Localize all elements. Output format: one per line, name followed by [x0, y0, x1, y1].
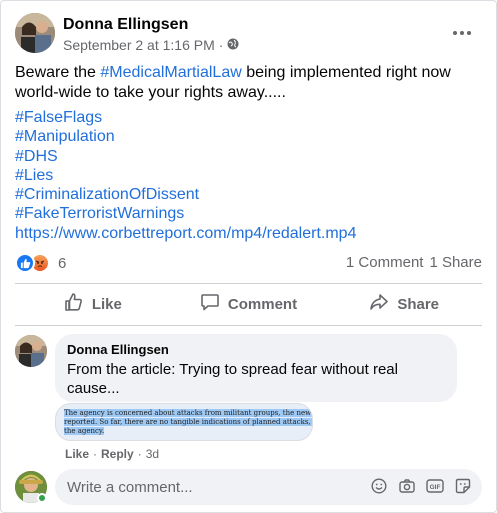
- like-label: Like: [91, 295, 122, 313]
- comment-composer: GIF: [15, 467, 482, 507]
- post-timestamp[interactable]: September 2 at 1:16 PM: [63, 37, 215, 53]
- author-avatar[interactable]: [15, 13, 55, 53]
- hashtag-link[interactable]: #Lies: [15, 166, 356, 185]
- hashtag-link[interactable]: #FalseFlags: [15, 108, 356, 127]
- like-icon: [15, 253, 35, 273]
- reaction-summary[interactable]: 6: [15, 252, 66, 274]
- comment-reply-button[interactable]: Reply: [101, 447, 134, 461]
- post-text-line-2: world-wide to take your rights away.....: [15, 84, 286, 101]
- share-arrow-icon: [369, 292, 389, 316]
- divider: [15, 283, 482, 284]
- meta-separator: ·: [218, 37, 224, 53]
- more-options-icon[interactable]: [450, 23, 474, 43]
- comment-count[interactable]: 1 Comment: [346, 254, 424, 271]
- share-count[interactable]: 1 Share: [429, 254, 482, 271]
- hashtag-link[interactable]: #CriminalizationOfDissent: [15, 185, 356, 204]
- speech-bubble-icon: [200, 292, 220, 316]
- like-button[interactable]: Like: [15, 286, 171, 322]
- sticker-icon[interactable]: [454, 477, 472, 495]
- comment-text: From the article: Trying to spread fear …: [67, 361, 398, 397]
- post-card: Donna Ellingsen September 2 at 1:16 PM ·…: [0, 0, 497, 513]
- comment-input-box[interactable]: GIF: [55, 469, 482, 505]
- image-text-line: reported. So far, there are no tangible …: [64, 418, 312, 427]
- hashtag-medical-martial-law[interactable]: #MedicalMartialLaw: [100, 64, 241, 81]
- post-meta: September 2 at 1:16 PM ·: [63, 37, 239, 53]
- hashtag-link[interactable]: #FakeTerroristWarnings: [15, 204, 356, 223]
- thumbs-up-icon: [64, 292, 84, 316]
- post-text-line-1: Beware the #MedicalMartialLaw being impl…: [15, 64, 451, 81]
- engagement-counts: 1 Comment 1 Share: [346, 254, 482, 271]
- online-status-dot: [37, 493, 47, 503]
- comment-actions: Like · Reply · 3d: [65, 447, 159, 461]
- hashtag-link[interactable]: #DHS: [15, 147, 356, 166]
- post-actions: Like Comment Share: [15, 286, 482, 322]
- image-text-line: The agency is concerned about attacks fr…: [64, 409, 312, 418]
- hashtag-list: #FalseFlags #Manipulation #DHS #Lies #Cr…: [15, 108, 356, 243]
- external-link[interactable]: https://www.corbettreport.com/mp4/redale…: [15, 224, 356, 243]
- author-name[interactable]: Donna Ellingsen: [63, 16, 188, 34]
- hashtag-link[interactable]: #Manipulation: [15, 127, 356, 146]
- comment-bubble: Donna Ellingsen From the article: Trying…: [55, 334, 457, 402]
- emoji-icon[interactable]: [370, 477, 388, 495]
- comment-like-button[interactable]: Like: [65, 447, 89, 461]
- comment-label: Comment: [227, 295, 298, 313]
- comment-input[interactable]: [67, 478, 347, 496]
- comment-age[interactable]: 3d: [146, 447, 159, 461]
- reaction-count: 6: [58, 254, 67, 272]
- globe-icon: [227, 37, 239, 53]
- dot-separator: ·: [93, 447, 98, 461]
- image-text-line: the agency.: [64, 427, 105, 435]
- share-button[interactable]: Share: [326, 286, 482, 322]
- gif-icon[interactable]: GIF: [426, 477, 444, 495]
- divider: [15, 325, 482, 326]
- share-label: Share: [397, 295, 440, 313]
- comment-button[interactable]: Comment: [171, 286, 327, 322]
- composer-icons: GIF: [370, 477, 472, 495]
- post-text: Beware the #MedicalMartialLaw being impl…: [15, 63, 482, 103]
- dot-separator: ·: [137, 447, 142, 461]
- commenter-avatar[interactable]: [15, 335, 47, 367]
- comment-image[interactable]: The agency is concerned about attacks fr…: [55, 403, 313, 441]
- svg-text:GIF: GIF: [430, 484, 441, 491]
- comment-author[interactable]: Donna Ellingsen: [67, 342, 445, 357]
- post-header: Donna Ellingsen September 2 at 1:16 PM ·: [15, 13, 482, 57]
- camera-icon[interactable]: [398, 477, 416, 495]
